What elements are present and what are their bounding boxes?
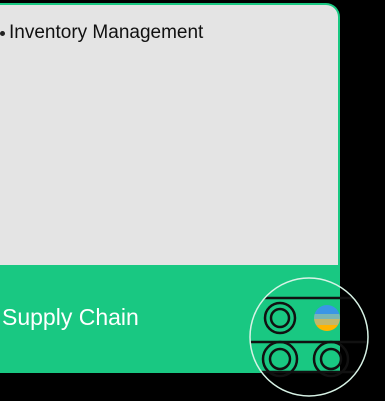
bullet-dot [0, 30, 5, 36]
slide-canvas: Inventory Management Supply Chain [0, 0, 385, 401]
badge-ring [249, 277, 369, 397]
card-footer-title: Supply Chain [2, 304, 139, 330]
roller-top-left [263, 301, 297, 335]
supply-chain-conveyor-icon [249, 277, 369, 397]
package-ball [314, 305, 340, 331]
bullet-text: Inventory Management [9, 22, 204, 43]
topic-bullet-list: Inventory Management [0, 21, 203, 45]
bullet-item: Inventory Management [0, 21, 203, 45]
